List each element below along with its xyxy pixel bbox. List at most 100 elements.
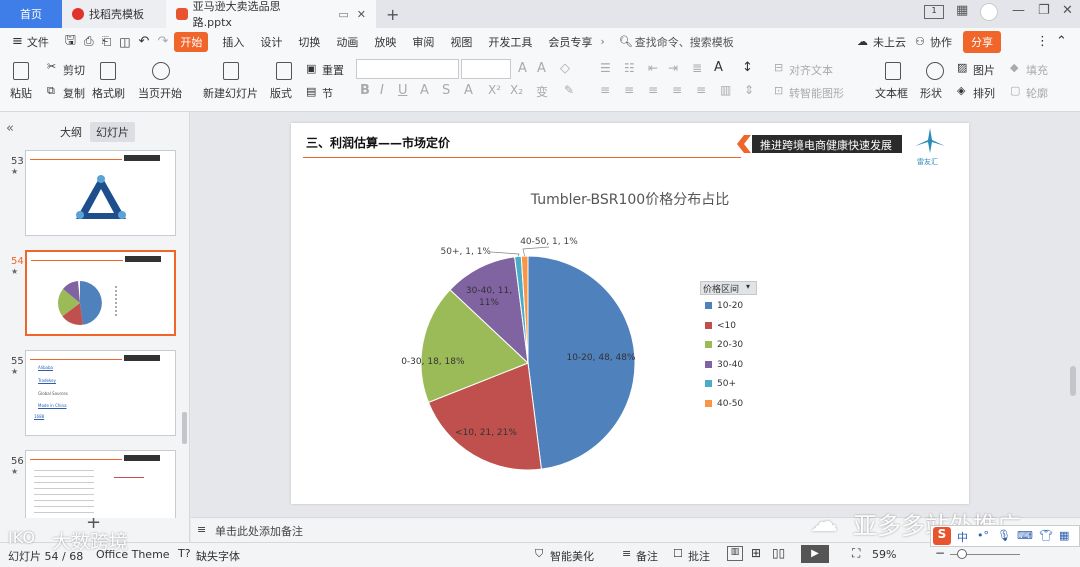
textbox-icon[interactable] <box>885 62 901 80</box>
superscript-icon[interactable]: X² <box>488 83 501 97</box>
font-size-select[interactable] <box>461 59 511 79</box>
spacing-icon[interactable]: ⇕ <box>744 83 754 97</box>
ime-chinese-icon[interactable]: 中 <box>957 529 968 545</box>
section-button[interactable]: 节 <box>322 85 333 101</box>
grid-icon[interactable]: ▦ <box>956 3 968 18</box>
close-window-icon[interactable]: ✕ <box>1062 3 1073 18</box>
font-family-select[interactable] <box>356 59 459 79</box>
comments-button[interactable]: 批注 <box>688 548 710 564</box>
align-left-icon[interactable]: ≡ <box>600 83 610 97</box>
highlight-icon[interactable]: ✎ <box>564 83 574 97</box>
reset-icon[interactable]: ▣ <box>306 62 316 75</box>
collapse-ribbon-icon[interactable]: ⌃ <box>1056 34 1067 49</box>
ime-menu-icon[interactable]: ▦ <box>1059 529 1069 542</box>
align-right-icon[interactable]: ≡ <box>648 83 658 97</box>
play-icon[interactable] <box>152 62 170 80</box>
indent-decrease-icon[interactable]: ⇤ <box>648 61 658 75</box>
ime-punct-icon[interactable]: •° <box>977 529 989 542</box>
picture-button[interactable]: 图片 <box>973 62 995 78</box>
menu-review[interactable]: 审阅 <box>404 34 442 50</box>
smart-shape-icon[interactable]: ⊡ <box>774 84 783 97</box>
tab-home[interactable]: 首页 <box>0 0 62 28</box>
slide-thumb-54[interactable] <box>25 250 176 336</box>
missing-font-button[interactable]: 缺失字体 <box>196 548 240 564</box>
menu-file[interactable]: 文件 <box>23 34 57 50</box>
new-slide-button[interactable]: 新建幻灯片 <box>203 85 258 101</box>
notes-toggle-button[interactable]: 备注 <box>636 548 658 564</box>
copy-icon[interactable]: ⧉ <box>47 84 55 98</box>
decrease-font-icon[interactable]: A <box>537 61 546 76</box>
layout-icon[interactable] <box>276 62 292 80</box>
strikethrough-icon[interactable]: A <box>420 83 429 98</box>
new-slide-icon[interactable] <box>223 62 239 80</box>
fit-window-icon[interactable]: ⛶ <box>852 546 860 561</box>
minimize-icon[interactable]: — <box>1012 3 1025 18</box>
outline-icon[interactable]: ▢ <box>1010 84 1020 97</box>
ime-keyboard-icon[interactable]: ⌨ <box>1017 529 1033 542</box>
chart-title[interactable]: Tumbler-BSR100价格分布占比 <box>291 189 969 209</box>
paste-button[interactable]: 粘贴 <box>10 85 32 101</box>
paste-icon[interactable] <box>13 62 29 80</box>
collab-button[interactable]: 协作 <box>930 34 952 50</box>
slide-thumb-53[interactable] <box>25 150 176 236</box>
shadow-icon[interactable]: S <box>442 83 450 98</box>
restore-icon[interactable]: ❐ <box>1038 3 1050 18</box>
zoom-out-icon[interactable]: − <box>935 546 945 560</box>
arrange-button[interactable]: 排列 <box>973 85 995 101</box>
picture-icon[interactable]: ▨ <box>957 61 967 74</box>
redo-icon[interactable]: ↷ <box>157 34 168 49</box>
beautify-button[interactable]: 智能美化 <box>550 548 594 564</box>
distribute-icon[interactable]: ≡ <box>696 83 706 97</box>
fill-button[interactable]: 填充 <box>1026 62 1048 78</box>
reset-button[interactable]: 重置 <box>322 62 344 78</box>
menu-more-icon[interactable]: › <box>600 35 604 48</box>
cut-icon[interactable]: ✂ <box>47 60 56 73</box>
text-direction-icon[interactable]: A <box>714 60 723 75</box>
font-color-icon[interactable]: A <box>464 83 473 98</box>
layout-icon[interactable]: 1 <box>924 5 944 19</box>
sort-icon[interactable]: ↕ <box>742 60 753 75</box>
clear-format-icon[interactable]: ◇ <box>560 61 570 76</box>
shape-icon[interactable] <box>926 62 944 80</box>
underline-icon[interactable]: U <box>398 83 408 98</box>
tab-outline[interactable]: 大纲 <box>60 124 82 140</box>
legend-item[interactable]: <10 <box>705 321 736 331</box>
zoom-level[interactable]: 59% <box>872 548 896 561</box>
command-search[interactable]: 查找命令、搜索模板 <box>635 34 734 50</box>
new-tab-icon[interactable]: + <box>376 0 409 28</box>
undo-icon[interactable]: ↶ <box>139 34 150 49</box>
slide-thumb-56[interactable] <box>25 450 176 518</box>
indent-increase-icon[interactable]: ⇥ <box>668 61 678 75</box>
legend-dropdown-icon[interactable]: ▾ <box>746 282 750 291</box>
more-icon[interactable]: ⋮ <box>1036 34 1049 49</box>
outline-button[interactable]: 轮廓 <box>1026 85 1048 101</box>
justify-icon[interactable]: ≡ <box>672 83 682 97</box>
tab-float-icon[interactable]: ▭ <box>338 8 348 21</box>
shape-button[interactable]: 形状 <box>920 85 942 101</box>
format-painter-button[interactable]: 格式刷 <box>92 85 125 101</box>
italic-icon[interactable]: I <box>380 83 384 98</box>
format-painter-icon[interactable] <box>100 62 116 80</box>
menu-insert[interactable]: 插入 <box>214 34 252 50</box>
legend-item[interactable]: 50+ <box>705 379 736 389</box>
menu-design[interactable]: 设计 <box>252 34 290 50</box>
canvas-scrollbar[interactable] <box>1070 366 1076 396</box>
normal-view-icon[interactable]: ▥ <box>727 546 743 561</box>
ime-mic-icon[interactable]: 🎙︎ <box>997 529 1011 542</box>
copy-button[interactable]: 复制 <box>63 85 85 101</box>
ime-toolbar[interactable]: S 中 •° 🎙︎ ⌨ 👕︎ ▦ <box>930 525 1080 547</box>
line-spacing-icon[interactable]: ≣ <box>692 61 702 75</box>
menu-view[interactable]: 视图 <box>442 34 480 50</box>
pie-chart[interactable]: 10-20, 48, 48% <10, 21, 21% 20-30, 18, 18%… <box>401 233 681 493</box>
numbering-icon[interactable]: ☷ <box>624 61 635 75</box>
share-button[interactable]: 分享 <box>963 31 1001 53</box>
bullets-icon[interactable]: ☰ <box>600 61 611 75</box>
cloud-status[interactable]: 未上云 <box>873 34 906 50</box>
play-slideshow-icon[interactable]: ▶ <box>801 545 829 563</box>
bold-icon[interactable]: B <box>360 83 370 98</box>
preview-icon[interactable]: ◫ <box>119 35 130 49</box>
section-title[interactable]: 三、利润估算——市场定价 <box>306 134 450 151</box>
legend-item[interactable]: 30-40 <box>705 360 743 370</box>
zoom-slider-handle[interactable] <box>957 549 967 559</box>
menu-transition[interactable]: 切换 <box>290 34 328 50</box>
